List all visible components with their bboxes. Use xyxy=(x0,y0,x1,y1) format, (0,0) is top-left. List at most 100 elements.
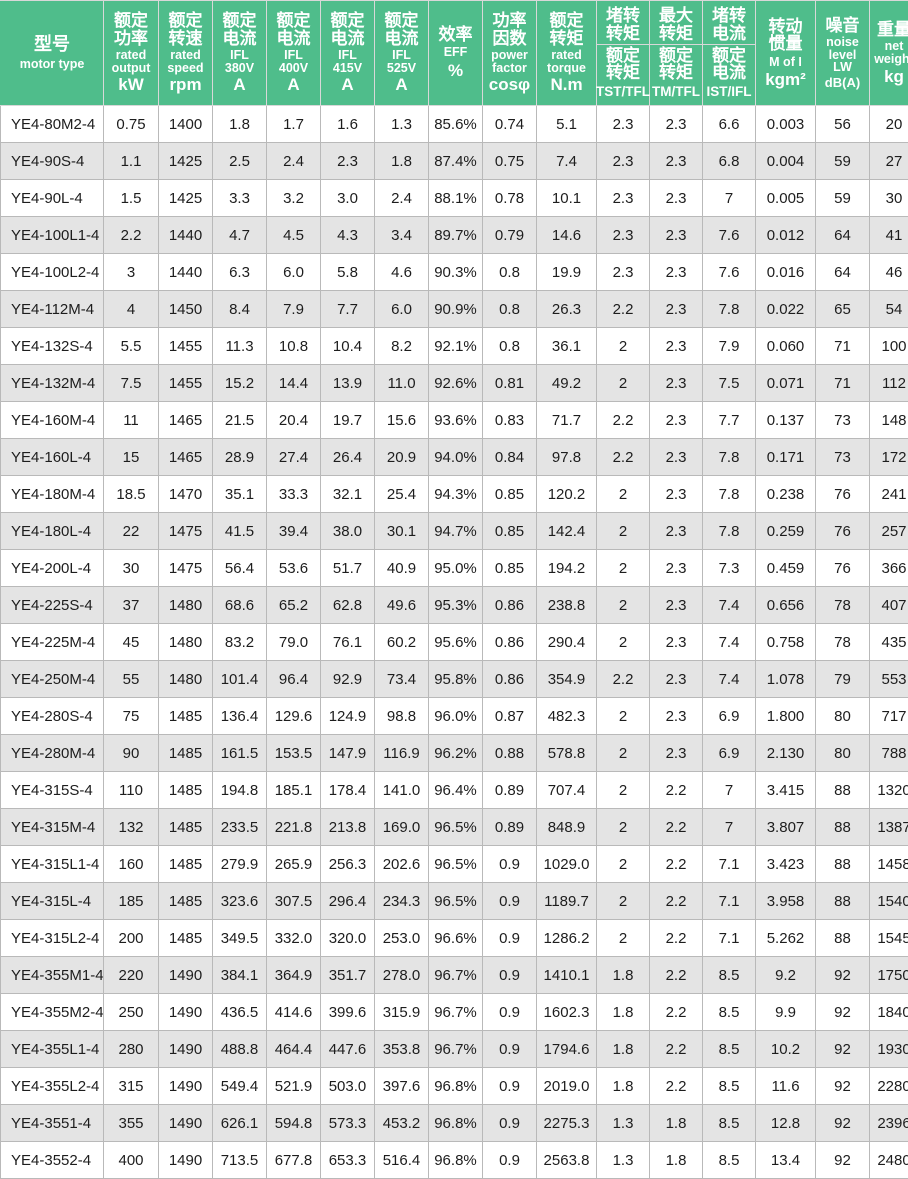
table-cell: 6.8 xyxy=(703,143,756,180)
table-cell: 142.4 xyxy=(537,513,597,550)
header-unit: kW xyxy=(118,76,144,93)
header-en-line3: LW xyxy=(833,61,852,74)
table-cell: 0.004 xyxy=(756,143,816,180)
table-cell: 1320 xyxy=(870,772,908,809)
table-cell: 0.016 xyxy=(756,254,816,291)
table-cell: 4.7 xyxy=(213,217,267,254)
table-cell: 1540 xyxy=(870,883,908,920)
cell-motor-type: YE4-250M-4 xyxy=(1,661,104,698)
table-cell: 323.6 xyxy=(213,883,267,920)
cell-motor-type: YE4-3552-4 xyxy=(1,1142,104,1179)
table-cell: 1458 xyxy=(870,846,908,883)
table-cell: 124.9 xyxy=(321,698,375,735)
header-unit: N.m xyxy=(550,76,582,93)
table-cell: 280 xyxy=(104,1031,159,1068)
table-row: YE4-100L1-42.214404.74.54.33.489.7%0.791… xyxy=(1,217,908,254)
table-cell: 8.5 xyxy=(703,1031,756,1068)
cell-motor-type: YE4-280S-4 xyxy=(1,698,104,735)
table-cell: 2 xyxy=(597,513,650,550)
table-cell: 2.2 xyxy=(104,217,159,254)
table-cell: 7.5 xyxy=(104,365,159,402)
table-cell: 169.0 xyxy=(375,809,429,846)
table-cell: 41 xyxy=(870,217,908,254)
table-cell: 2.3 xyxy=(650,291,703,328)
cell-motor-type: YE4-355M1-4 xyxy=(1,957,104,994)
header-rated-torque: 额定 转矩 rated torque N.m xyxy=(537,1,597,106)
table-cell: 96.7% xyxy=(429,994,483,1031)
table-cell: 18.5 xyxy=(104,476,159,513)
table-cell: 2.3 xyxy=(650,513,703,550)
table-cell: 35.1 xyxy=(213,476,267,513)
table-cell: 1455 xyxy=(159,365,213,402)
table-cell: 0.9 xyxy=(483,957,537,994)
table-cell: 71.7 xyxy=(537,402,597,439)
table-cell: 0.003 xyxy=(756,106,816,143)
table-row: YE4-280M-4901485161.5153.5147.9116.996.2… xyxy=(1,735,908,772)
table-cell: 95.0% xyxy=(429,550,483,587)
table-cell: 213.8 xyxy=(321,809,375,846)
header-cn-line2: 电流 xyxy=(223,30,257,47)
table-cell: 88 xyxy=(816,883,870,920)
table-body: YE4-80M2-40.7514001.81.71.61.385.6%0.745… xyxy=(1,106,908,1179)
cell-motor-type: YE4-80M2-4 xyxy=(1,106,104,143)
header-net-weight: 重量 net weight kg xyxy=(870,1,908,106)
table-cell: 96.5% xyxy=(429,883,483,920)
table-row: YE4-3552-44001490713.5677.8653.3516.496.… xyxy=(1,1142,908,1179)
table-cell: 2.2 xyxy=(650,957,703,994)
table-cell: 53.6 xyxy=(267,550,321,587)
table-cell: 39.4 xyxy=(267,513,321,550)
table-cell: 65.2 xyxy=(267,587,321,624)
header-en-line2: output xyxy=(112,62,151,75)
table-cell: 14.4 xyxy=(267,365,321,402)
table-cell: 2.2 xyxy=(597,661,650,698)
table-cell: 7.4 xyxy=(703,624,756,661)
table-row: YE4-180M-418.5147035.133.332.125.494.3%0… xyxy=(1,476,908,513)
header-cn-line2: 惯量 xyxy=(769,35,803,52)
table-cell: 2.2 xyxy=(597,291,650,328)
header-rated-current-525v: 额定 电流 IFL 525V A xyxy=(375,1,429,106)
table-row: YE4-355L2-43151490549.4521.9503.0397.696… xyxy=(1,1068,908,1105)
table-cell: 0.86 xyxy=(483,624,537,661)
header-ratio-symbol: TM/TFL xyxy=(652,84,700,99)
header-en-line2: 400V xyxy=(279,62,308,75)
table-cell: 202.6 xyxy=(375,846,429,883)
cell-motor-type: YE4-112M-4 xyxy=(1,291,104,328)
header-en-label: motor type xyxy=(20,58,85,71)
table-cell: 788 xyxy=(870,735,908,772)
table-cell: 503.0 xyxy=(321,1068,375,1105)
table-cell: 2.3 xyxy=(650,698,703,735)
table-cell: 41.5 xyxy=(213,513,267,550)
table-cell: 0.79 xyxy=(483,217,537,254)
table-cell: 54 xyxy=(870,291,908,328)
table-cell: 6.9 xyxy=(703,698,756,735)
table-cell: 2 xyxy=(597,846,650,883)
table-cell: 92 xyxy=(816,957,870,994)
table-cell: 407 xyxy=(870,587,908,624)
header-cn-line1: 噪音 xyxy=(826,17,860,34)
table-cell: 92.1% xyxy=(429,328,483,365)
table-cell: 553 xyxy=(870,661,908,698)
table-cell: 2.2 xyxy=(650,809,703,846)
table-cell: 59 xyxy=(816,180,870,217)
table-cell: 92.6% xyxy=(429,365,483,402)
header-en-line2: factor xyxy=(492,62,527,75)
table-cell: 2 xyxy=(597,920,650,957)
table-cell: 65 xyxy=(816,291,870,328)
table-cell: 60.2 xyxy=(375,624,429,661)
header-numerator-line2: 转矩 xyxy=(659,25,693,42)
table-cell: 2.3 xyxy=(650,735,703,772)
table-cell: 7.4 xyxy=(703,661,756,698)
header-en-line2: speed xyxy=(167,62,203,75)
table-cell: 1475 xyxy=(159,513,213,550)
table-cell: 2.3 xyxy=(650,661,703,698)
header-locked-rotor-current-ratio: 堵转 电流 额定 电流 IST/IFL xyxy=(703,1,756,106)
table-cell: 88 xyxy=(816,920,870,957)
table-cell: 2 xyxy=(597,809,650,846)
header-unit: A xyxy=(395,76,407,93)
table-cell: 2.3 xyxy=(321,143,375,180)
table-cell: 76 xyxy=(816,550,870,587)
table-cell: 15.2 xyxy=(213,365,267,402)
table-cell: 97.8 xyxy=(537,439,597,476)
table-cell: 0.87 xyxy=(483,698,537,735)
table-row: YE4-90L-41.514253.33.23.02.488.1%0.7810.… xyxy=(1,180,908,217)
